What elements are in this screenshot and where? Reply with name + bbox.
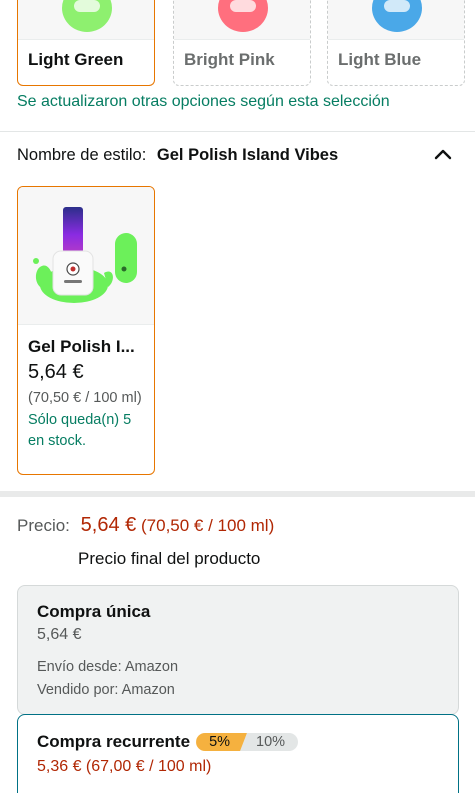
swatch-image xyxy=(18,0,154,40)
style-label: Nombre de estilo: xyxy=(17,146,147,164)
card-unit-price: (70,50 € / 100 ml) xyxy=(28,390,142,406)
discount-badge-other[interactable]: 10% xyxy=(240,733,299,751)
polish-bottle-image xyxy=(372,0,422,32)
swatch-label: Bright Pink xyxy=(184,50,275,69)
recurring-title: Compra recurrente xyxy=(37,732,191,751)
price-label: Precio: xyxy=(17,516,70,535)
color-variant-row: Light Green Bright Pink Light Blue xyxy=(17,0,475,86)
gel-polish-bottle-image xyxy=(33,207,137,303)
buy-once-price: 5,64 € xyxy=(37,626,82,643)
swatch-label: Light Green xyxy=(28,50,124,69)
buy-once-option[interactable]: Compra única 5,64 € Envío desde: Amazon … xyxy=(17,585,459,715)
card-title: Gel Polish I... xyxy=(28,337,135,356)
product-image xyxy=(18,187,154,325)
price-value: 5,64 € xyxy=(80,514,137,536)
recurring-price: 5,36 € (67,00 € / 100 ml) xyxy=(37,758,212,775)
price-line: Precio: 5,64 € (70,50 € / 100 ml) xyxy=(17,514,274,537)
swatch-light-green[interactable]: Light Green xyxy=(17,0,155,86)
section-divider xyxy=(0,131,475,132)
swatch-label: Light Blue xyxy=(338,50,422,69)
shipping-info: Envío desde: Amazon xyxy=(37,659,179,675)
card-price: 5,64 € xyxy=(28,361,84,383)
style-option-card[interactable]: Gel Polish I... 5,64 € (70,50 € / 100 ml… xyxy=(17,186,155,475)
style-value: Gel Polish Island Vibes xyxy=(156,146,339,164)
swatch-image xyxy=(174,0,310,40)
buy-once-title: Compra única xyxy=(37,602,151,621)
section-divider xyxy=(0,491,475,497)
style-name-header: Nombre de estilo: Gel Polish Island Vibe… xyxy=(17,146,338,165)
polish-bottle-image xyxy=(218,0,268,32)
seller-info: Vendido por: Amazon xyxy=(37,682,175,698)
selection-update-note: Se actualizaron otras opciones según est… xyxy=(17,93,390,110)
card-stock-status: Sólo queda(n) 5 en stock. xyxy=(28,412,132,449)
swatch-bright-pink[interactable]: Bright Pink xyxy=(173,0,311,86)
polish-bottle-image xyxy=(62,0,112,32)
chevron-up-icon[interactable] xyxy=(431,143,455,165)
discount-badge-selected[interactable]: 5% xyxy=(196,733,248,751)
subscribe-save-option[interactable]: Compra recurrente 5% 10% 5,36 € (67,00 €… xyxy=(17,714,459,793)
swatch-image xyxy=(328,0,464,40)
price-unit: (70,50 € / 100 ml) xyxy=(141,516,275,535)
swatch-light-blue[interactable]: Light Blue xyxy=(327,0,465,86)
final-price-note: Precio final del producto xyxy=(78,549,261,568)
